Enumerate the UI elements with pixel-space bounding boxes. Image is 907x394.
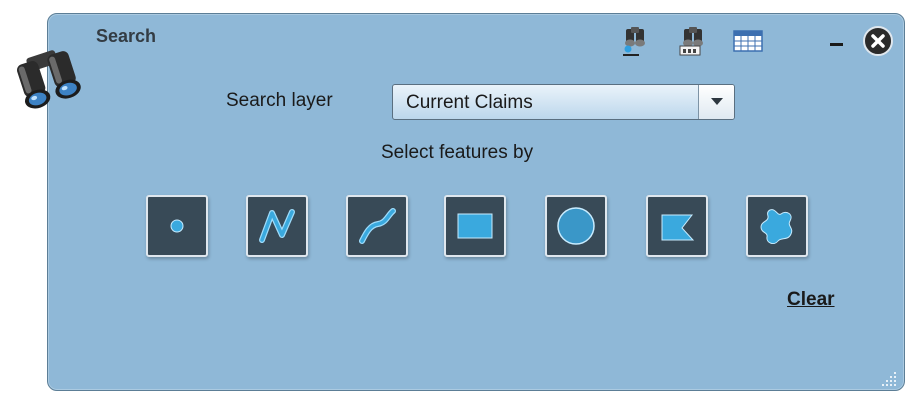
binoculars-text-icon[interactable] [676,23,710,57]
search-layer-label: Search layer [226,90,333,111]
panel-title: Search [96,26,157,46]
point-select-button[interactable] [146,195,208,257]
search-layer-select[interactable]: Current Claims [392,84,735,120]
freehand-polygon-icon [760,209,793,245]
polygon-select-button[interactable] [646,195,708,257]
circle-icon [557,207,595,245]
freehand-polygon-select-button[interactable] [746,195,808,257]
rectangle-icon [457,213,493,239]
select-features-label: Select features by [381,142,534,163]
table-icon[interactable] [731,23,765,57]
minimize-icon[interactable] [828,33,846,47]
polyline-icon [259,209,295,243]
rectangle-select-button[interactable] [444,195,506,257]
search-layer-value: Current Claims [406,92,533,113]
freehand-line-select-button[interactable] [346,195,408,257]
resize-grip-icon[interactable] [879,370,899,388]
polygon-icon [661,214,695,241]
freehand-line-icon [359,208,396,244]
binoculars-point-icon[interactable] [618,23,652,57]
chevron-down-icon[interactable] [698,85,734,119]
point-icon [170,219,184,233]
close-icon[interactable] [862,25,894,57]
binoculars-icon [6,39,88,113]
polyline-select-button[interactable] [246,195,308,257]
clear-link[interactable]: Clear [787,289,835,311]
circle-select-button[interactable] [545,195,607,257]
